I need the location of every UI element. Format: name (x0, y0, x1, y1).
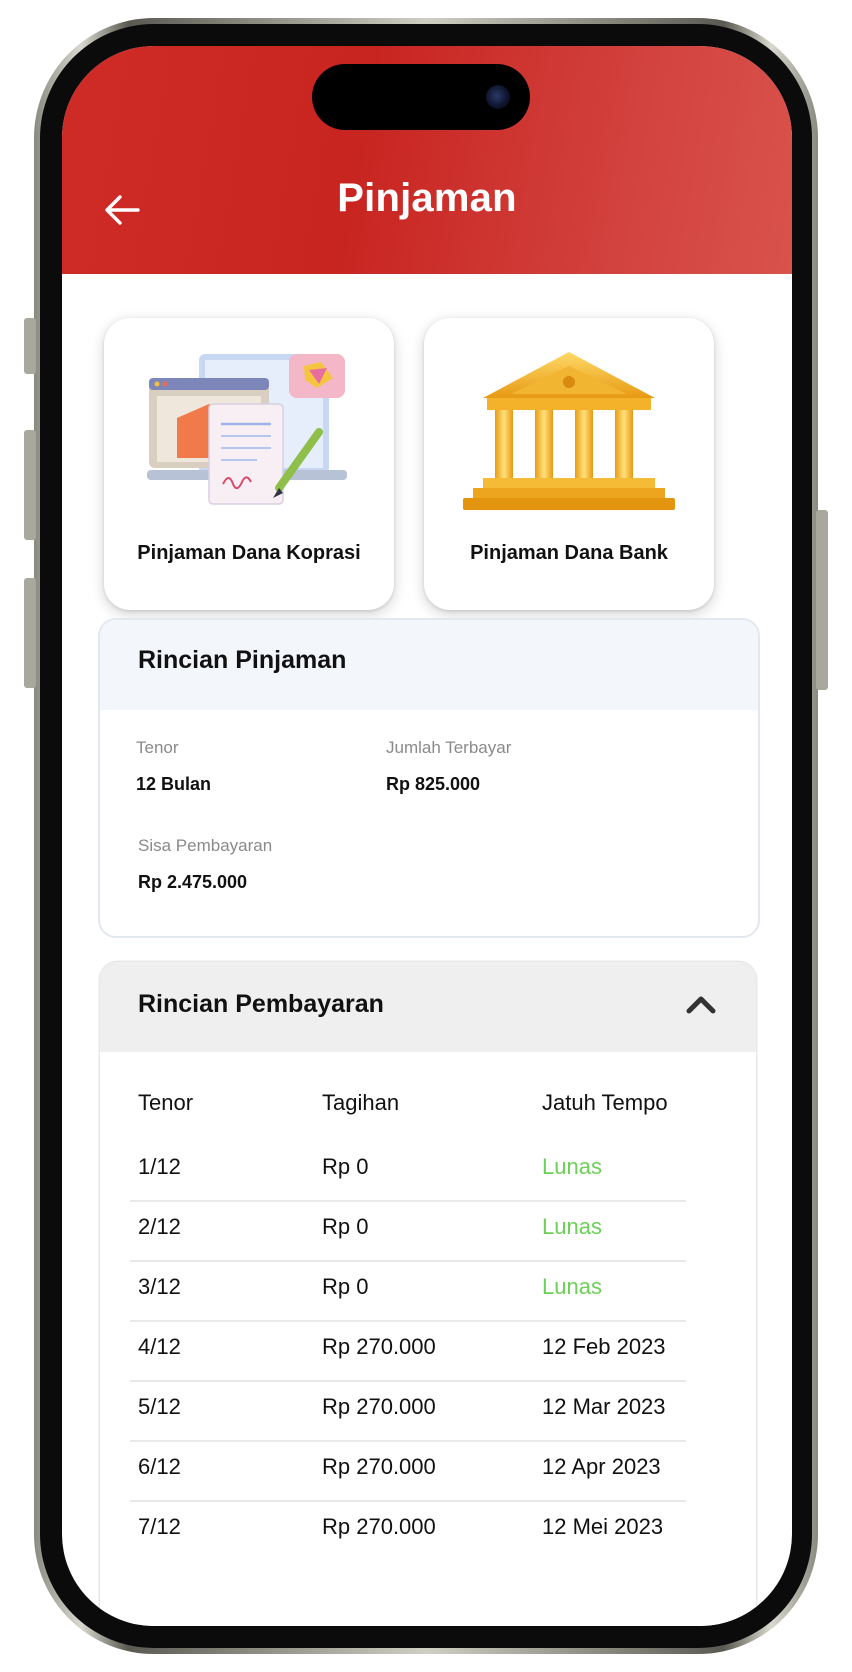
row-tenor: 3/12 (138, 1274, 181, 1299)
row-due-status: Lunas (542, 1154, 602, 1179)
camera-icon (486, 85, 510, 109)
row-bill: Rp 0 (322, 1274, 369, 1299)
column-header-tenor: Tenor (138, 1090, 194, 1115)
paid-label: Jumlah Terbayar (386, 738, 512, 757)
row-due-date: 12 Mei 2023 (542, 1514, 664, 1539)
row-due-status: Lunas (542, 1274, 602, 1299)
tenor-value: 12 Bulan (136, 774, 212, 794)
loan-details-header: Rincian Pinjaman (100, 620, 758, 710)
remaining-value: Rp 2.475.000 (138, 872, 248, 892)
payment-row: 7/12 Rp 270.000 12 Mei 2023 (130, 1502, 686, 1562)
payment-row: 5/12 Rp 270.000 12 Mar 2023 (130, 1382, 686, 1442)
row-bill: Rp 0 (322, 1214, 369, 1239)
app-header: Pinjaman (62, 46, 792, 274)
row-bill: Rp 0 (322, 1154, 369, 1179)
option-card-koprasi[interactable]: Pinjaman Dana Koprasi (104, 318, 394, 610)
row-bill: Rp 270.000 (322, 1334, 436, 1359)
bank-building-icon (463, 352, 675, 510)
row-due-date: 12 Feb 2023 (542, 1334, 666, 1359)
column-header-tagihan: Tagihan (322, 1090, 400, 1115)
loan-details-title: Rincian Pinjaman (138, 646, 347, 674)
payment-row: 3/12 Rp 0 Lunas (130, 1262, 686, 1322)
payment-details-header[interactable]: Rincian Pembayaran (100, 962, 756, 1052)
app-screen: Pinjaman Pinjaman Dana Koprasi Pinjaman … (62, 46, 792, 1626)
tenor-label: Tenor (136, 738, 179, 757)
row-tenor: 4/12 (138, 1334, 181, 1359)
phone-volume-down-button (24, 578, 36, 688)
phone-power-button (816, 510, 828, 690)
phone-action-button (24, 318, 36, 374)
chevron-up-icon[interactable] (684, 992, 718, 1016)
column-header-jatuh-tempo: Jatuh Tempo (542, 1090, 668, 1115)
payment-row: 4/12 Rp 270.000 12 Feb 2023 (130, 1322, 686, 1382)
loan-details-card: Rincian Pinjaman Tenor 12 Bulan Jumlah T… (98, 618, 760, 938)
option-label: Pinjaman Dana Koprasi (137, 542, 361, 564)
phone-volume-up-button (24, 430, 36, 540)
option-label: Pinjaman Dana Bank (470, 542, 668, 564)
row-tenor: 2/12 (138, 1214, 181, 1239)
dynamic-island (312, 64, 530, 130)
row-tenor: 7/12 (138, 1514, 181, 1539)
row-bill: Rp 270.000 (322, 1394, 436, 1419)
payment-details-title: Rincian Pembayaran (138, 990, 384, 1018)
payment-details-card: Rincian Pembayaran Tenor Tagihan Jatuh T… (100, 962, 756, 1626)
row-due-date: 12 Mar 2023 (542, 1394, 666, 1419)
row-tenor: 1/12 (138, 1154, 181, 1179)
payment-row: 2/12 Rp 0 Lunas (130, 1202, 686, 1262)
payment-row: 1/12 Rp 0 Lunas (130, 1142, 686, 1202)
payment-row: 6/12 Rp 270.000 12 Apr 2023 (130, 1442, 686, 1502)
row-due-status: Lunas (542, 1214, 602, 1239)
row-tenor: 5/12 (138, 1394, 181, 1419)
option-card-bank[interactable]: Pinjaman Dana Bank (424, 318, 714, 610)
remaining-label: Sisa Pembayaran (138, 836, 273, 855)
row-tenor: 6/12 (138, 1454, 181, 1479)
page-title: Pinjaman (337, 176, 517, 220)
paid-value: Rp 825.000 (386, 774, 481, 794)
row-bill: Rp 270.000 (322, 1454, 436, 1479)
row-due-date: 12 Apr 2023 (542, 1454, 661, 1479)
document-sign-icon (147, 354, 347, 505)
row-bill: Rp 270.000 (322, 1514, 436, 1539)
